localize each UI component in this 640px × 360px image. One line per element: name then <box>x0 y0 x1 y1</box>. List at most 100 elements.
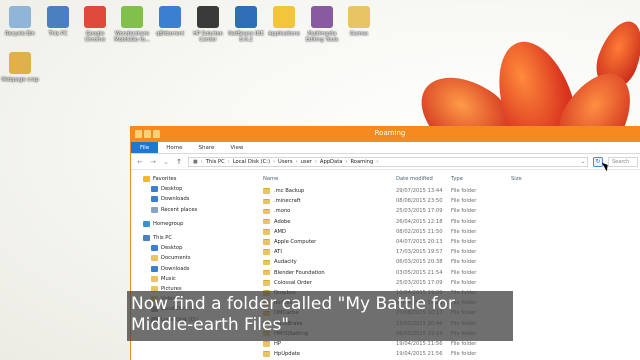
search-input[interactable]: Search <box>608 156 638 167</box>
nav-item[interactable]: Recent places <box>131 205 251 215</box>
column-header-name[interactable]: Name <box>251 176 396 182</box>
file-name: HP <box>274 340 282 347</box>
breadcrumb-user[interactable]: user <box>301 159 312 165</box>
table-row[interactable]: Audacity 06/03/2015 20:38 File folder <box>251 257 640 267</box>
folder-icon <box>263 188 270 194</box>
desktop-icon-item[interactable]: Recycle Bin <box>0 6 40 37</box>
type-cell: File folder <box>451 351 477 358</box>
refresh-icon: ↻ <box>595 158 601 165</box>
date-modified-cell: 25/03/2015 17:09 <box>396 208 443 215</box>
chevron-down-icon[interactable]: ⌄ <box>581 159 585 165</box>
recycle-bin-icon <box>9 6 31 28</box>
nav-item-label: Documents <box>161 255 191 262</box>
desktop-icon-item[interactable]: Applications <box>264 6 304 37</box>
chrome-icon <box>84 6 106 28</box>
table-row[interactable]: .minecraft 08/08/2015 23:50 File folder <box>251 196 640 206</box>
computer-icon <box>143 235 150 242</box>
folder-icon <box>263 229 270 235</box>
breadcrumb-local-disk[interactable]: Local Disk (C:) <box>233 159 270 165</box>
file-name-cell: Colossal Order <box>251 280 396 286</box>
breadcrumb-users[interactable]: Users <box>278 159 293 165</box>
table-row[interactable]: Colossal Order 25/03/2015 17:09 File folde… <box>251 278 640 288</box>
folder-icon <box>263 280 270 286</box>
desktop-icon-item[interactable]: Wondershare MobileGo fo... <box>112 6 152 43</box>
date-modified-cell: 17/03/2015 19:57 <box>396 249 443 256</box>
address-bar[interactable]: ■ › This PC › Local Disk (C:) › Users › … <box>188 156 588 167</box>
table-row[interactable]: ATI 17/03/2015 19:57 File folder <box>251 247 640 257</box>
folder-icon <box>348 6 370 28</box>
type-cell: File folder <box>451 259 477 266</box>
file-name-cell: Adobe <box>251 219 396 225</box>
column-header-date[interactable]: Date modified <box>396 176 451 182</box>
nav-item-label: Downloads <box>161 196 190 203</box>
table-row[interactable]: .mono 25/03/2015 17:09 File folder <box>251 206 640 216</box>
nav-item[interactable]: Downloads <box>131 264 251 274</box>
desktop-icon-item[interactable]: Google Chrome <box>75 6 115 43</box>
nav-item-label: Recent places <box>161 206 198 213</box>
type-cell: File folder <box>451 218 477 225</box>
nav-item[interactable]: Desktop <box>131 184 251 194</box>
file-name-cell: Blender Foundation <box>251 270 396 276</box>
date-modified-cell: 04/07/2015 20:13 <box>396 239 443 246</box>
date-modified-cell: 29/07/2015 13:44 <box>396 188 443 195</box>
nav-item[interactable]: Music <box>131 274 251 284</box>
desktop-icon-item[interactable]: qBittorrent <box>150 6 190 37</box>
table-row[interactable]: AMD 08/02/2015 21:50 File folder <box>251 227 640 237</box>
folder-icon <box>263 208 270 215</box>
nav-item[interactable]: Downloads <box>131 194 251 204</box>
nav-item[interactable]: Desktop <box>131 243 251 253</box>
type-cell: File folder <box>451 249 477 256</box>
title-bar[interactable]: Roaming <box>131 127 640 142</box>
nav-item[interactable]: Favorites <box>131 174 251 184</box>
file-name: Adobe <box>274 218 291 225</box>
file-name: Apple Computer <box>274 239 317 246</box>
table-row[interactable]: Apple Computer 04/07/2015 20:13 File folde… <box>251 237 640 247</box>
desktop-icon-item[interactable]: This PC <box>38 6 78 37</box>
tab-home[interactable]: Home <box>158 142 190 153</box>
qbittorrent-icon <box>159 6 181 28</box>
folder-icon <box>263 218 270 225</box>
breadcrumb-this-pc[interactable]: This PC <box>206 159 225 165</box>
column-header-type[interactable]: Type <box>451 176 511 182</box>
nav-item-label: Desktop <box>161 245 183 252</box>
file-name: .mc Backup <box>274 188 305 195</box>
file-name-cell: .minecraft <box>251 198 396 204</box>
video-caption: Now find a folder called "My Battle for … <box>127 291 513 341</box>
type-cell: File folder <box>451 340 477 347</box>
folder-icon <box>263 198 270 205</box>
desktop-icon-label: Google Chrome <box>84 31 106 43</box>
file-name: .mono <box>274 208 291 215</box>
breadcrumb-appdata[interactable]: AppData <box>320 159 343 165</box>
hp-icon <box>197 6 219 28</box>
breadcrumb-roaming[interactable]: Roaming <box>350 159 373 165</box>
desktop-icon-label: Webpage crap <box>1 77 39 83</box>
nav-item-label: This PC <box>153 235 172 242</box>
tab-view[interactable]: View <box>222 142 251 153</box>
desktop-icon-item[interactable]: Games <box>339 6 379 37</box>
forward-arrow-icon[interactable]: → <box>149 158 157 166</box>
nav-item-label: Favorites <box>153 176 177 183</box>
window-title: Roaming <box>374 129 406 137</box>
table-row[interactable]: Blender Foundation 03/05/2015 21:54 File f… <box>251 268 640 278</box>
folder-icon: ■ <box>193 158 198 165</box>
tab-share[interactable]: Share <box>190 142 222 153</box>
column-header-size[interactable]: Size <box>511 176 551 182</box>
nav-item[interactable]: This PC <box>131 233 251 243</box>
recent-locations-icon[interactable]: ⌄ <box>162 158 170 166</box>
table-row[interactable]: HpUpdate 19/04/2015 21:56 File folder <box>251 349 640 359</box>
date-modified-cell: 08/02/2015 21:50 <box>396 228 443 235</box>
back-arrow-icon[interactable]: ← <box>136 158 144 166</box>
address-toolbar: ← → ⌄ ↑ ■ › This PC › Local Disk (C:) › … <box>131 154 640 170</box>
desktop-icon-item[interactable]: Multimedia Editing Tools <box>302 6 342 43</box>
tab-file[interactable]: File <box>131 142 159 153</box>
desktop-icon-item[interactable]: HP Solution Center <box>188 6 228 43</box>
table-row[interactable]: .mc Backup 29/07/2015 13:44 File folder <box>251 186 640 196</box>
nav-item[interactable]: Documents <box>131 253 251 263</box>
table-row[interactable]: Adobe 26/04/2015 12:18 File folder <box>251 217 640 227</box>
up-arrow-icon[interactable]: ↑ <box>175 158 183 166</box>
desktop-icon-item[interactable]: NetBeans IDE 8.0.2 <box>226 6 266 43</box>
type-cell: File folder <box>451 279 477 286</box>
nav-item[interactable]: Homegroup <box>131 219 251 229</box>
computer-icon <box>47 6 69 28</box>
desktop-icon-item[interactable]: Webpage crap <box>0 52 40 83</box>
